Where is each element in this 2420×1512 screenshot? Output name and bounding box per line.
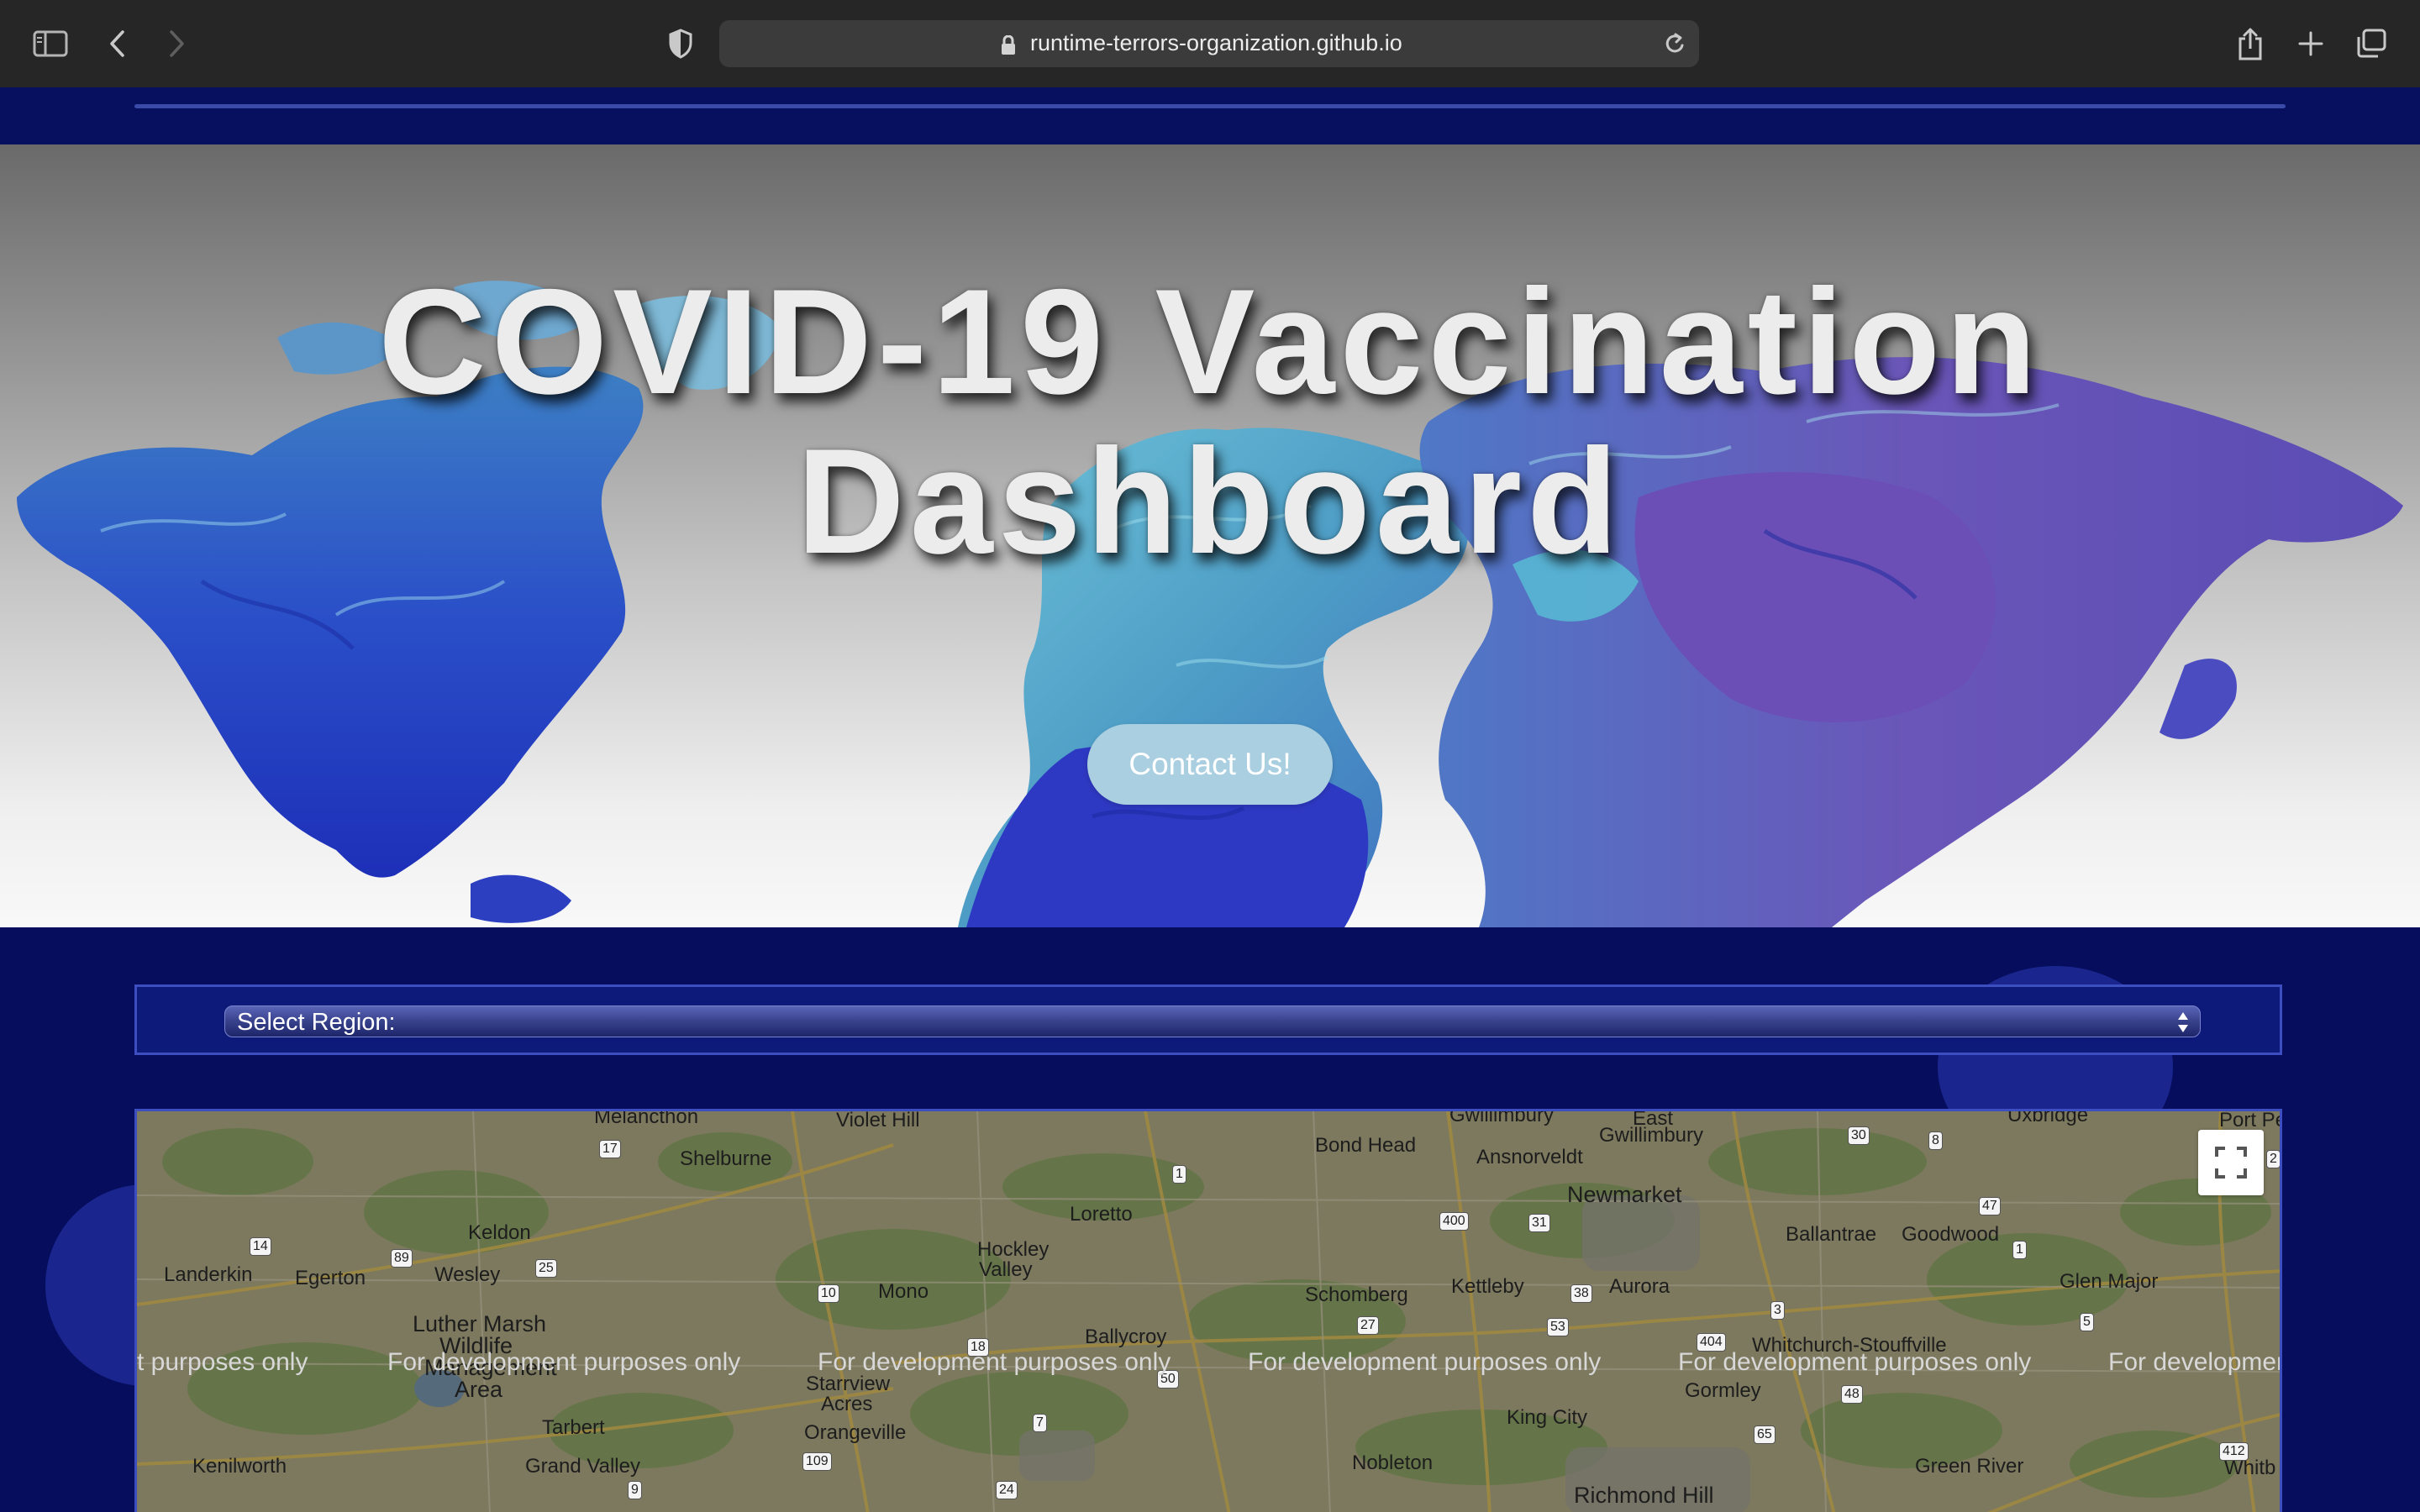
route-shield: 9 [628,1481,642,1499]
nav-band [0,87,2420,144]
privacy-shield-icon[interactable] [662,25,699,62]
page-title: COVID-19 Vaccination Dashboard [0,262,2420,581]
route-shield: 14 [250,1237,271,1256]
forward-icon[interactable] [158,25,195,62]
route-shield: 400 [1439,1212,1469,1231]
reload-icon[interactable] [1662,30,1687,57]
map-label: Acres [821,1393,873,1415]
map-label: Wesley [434,1263,501,1286]
map-label: Bond Head [1315,1134,1417,1157]
route-shield: 89 [391,1249,413,1268]
route-shield: 1 [2012,1241,2027,1259]
fullscreen-button[interactable] [2198,1130,2264,1195]
route-shield: 1 [1172,1165,1186,1184]
route-shield: 53 [1547,1318,1569,1336]
region-selector-panel: Select Region: [134,984,2282,1055]
route-shield: 25 [535,1259,557,1278]
dev-watermark: For development purposes only [1678,1348,2032,1376]
map-label: Melancthon [594,1109,699,1128]
back-icon[interactable] [99,25,136,62]
dev-watermark: For development purposes only [387,1348,741,1376]
map-label: Schomberg [1305,1284,1408,1306]
map-label: Port Pe [2219,1109,2282,1131]
address-bar[interactable]: runtime-terrors-organization.github.io [719,20,1699,67]
route-shield: 3 [1770,1301,1785,1320]
fullscreen-icon [2215,1147,2247,1179]
url-text: runtime-terrors-organization.github.io [1030,30,1402,55]
title-line-2: Dashboard [797,417,1623,585]
route-shield: 65 [1754,1425,1776,1444]
select-arrows-icon [2178,1012,2188,1032]
map-label: Grand Valley [525,1455,640,1478]
map-label: Aurora [1609,1275,1670,1298]
map-label: Gwillimbury [1599,1124,1704,1147]
title-line-1: COVID-19 Vaccination [378,258,2042,425]
route-shield: 38 [1570,1284,1592,1303]
contact-us-button[interactable]: Contact Us! [1087,724,1333,805]
route-shield: 109 [802,1452,832,1471]
map-label: Ballycroy [1085,1326,1167,1348]
region-select[interactable]: Select Region: [224,1005,2201,1037]
map-label: Gormley [1685,1379,1761,1402]
map-label: Luther Marsh [413,1311,547,1336]
route-shield: 31 [1528,1214,1550,1232]
map-label: Newmarket [1567,1182,1682,1207]
route-shield: 2 [2266,1150,2280,1168]
region-select-label: Select Region: [237,1009,396,1036]
map-label: Mono [878,1280,929,1303]
route-shield: 24 [996,1481,1018,1499]
map-label: Nobleton [1352,1452,1434,1474]
nav-divider [134,104,2286,108]
sidebar-toggle-icon[interactable] [32,25,69,62]
tab-overview-icon[interactable] [2353,25,2390,62]
dev-watermark: For development purposes only [1248,1348,1602,1376]
map-label: Green River [1915,1455,2024,1478]
hero-banner: COVID-19 Vaccination Dashboard Contact U… [0,144,2420,927]
lock-icon [1002,35,1015,55]
route-shield: 17 [599,1140,621,1158]
map-label: Tarbert [542,1416,605,1439]
map-label: Goodwood [1902,1223,2000,1246]
map-label: Richmond Hill [1574,1483,1714,1508]
map-label: King City [1507,1406,1588,1429]
map-label: Keldon [468,1221,531,1244]
share-icon[interactable] [2232,25,2269,62]
map-label: Ansnorveldt [1476,1146,1583,1168]
map-container[interactable]: Melancthon Violet Hill Shelburne Bond He… [134,1109,2282,1512]
map-label: Violet Hill [836,1109,920,1131]
map-label: Valley [979,1258,1033,1281]
route-shield: 412 [2219,1442,2249,1461]
map-label: Orangeville [804,1421,907,1444]
new-tab-icon[interactable] [2292,25,2329,62]
route-shield: 10 [818,1284,839,1303]
map-label: Egerton [295,1267,366,1289]
dev-watermark: For development purposes only [818,1348,1171,1376]
map-label: Landerkin [164,1263,253,1286]
map-label: Uxbridge [2007,1109,2089,1126]
route-shield: 47 [1979,1197,2001,1215]
route-shield: 7 [1033,1414,1047,1432]
dev-watermark: t purposes only [137,1348,308,1376]
map-label: Kettleby [1451,1275,1524,1298]
route-shield: 48 [1841,1385,1863,1404]
map-label: Area [455,1377,503,1402]
map-label: Gwillimbury [1449,1109,1555,1126]
route-shield: 8 [1928,1131,1943,1150]
route-shield: 30 [1848,1126,1870,1145]
map-label: Loretto [1070,1203,1133,1226]
map-label: Ballantrae [1786,1223,1877,1246]
route-shield: 5 [2080,1313,2094,1331]
route-shield: 27 [1357,1316,1379,1335]
map-label: Kenilworth [192,1455,287,1478]
browser-toolbar: runtime-terrors-organization.github.io [0,0,2420,89]
dev-watermark: For developmen [2108,1348,2282,1376]
map-label: Shelburne [680,1147,772,1170]
map-label: Glen Major [2060,1270,2159,1293]
